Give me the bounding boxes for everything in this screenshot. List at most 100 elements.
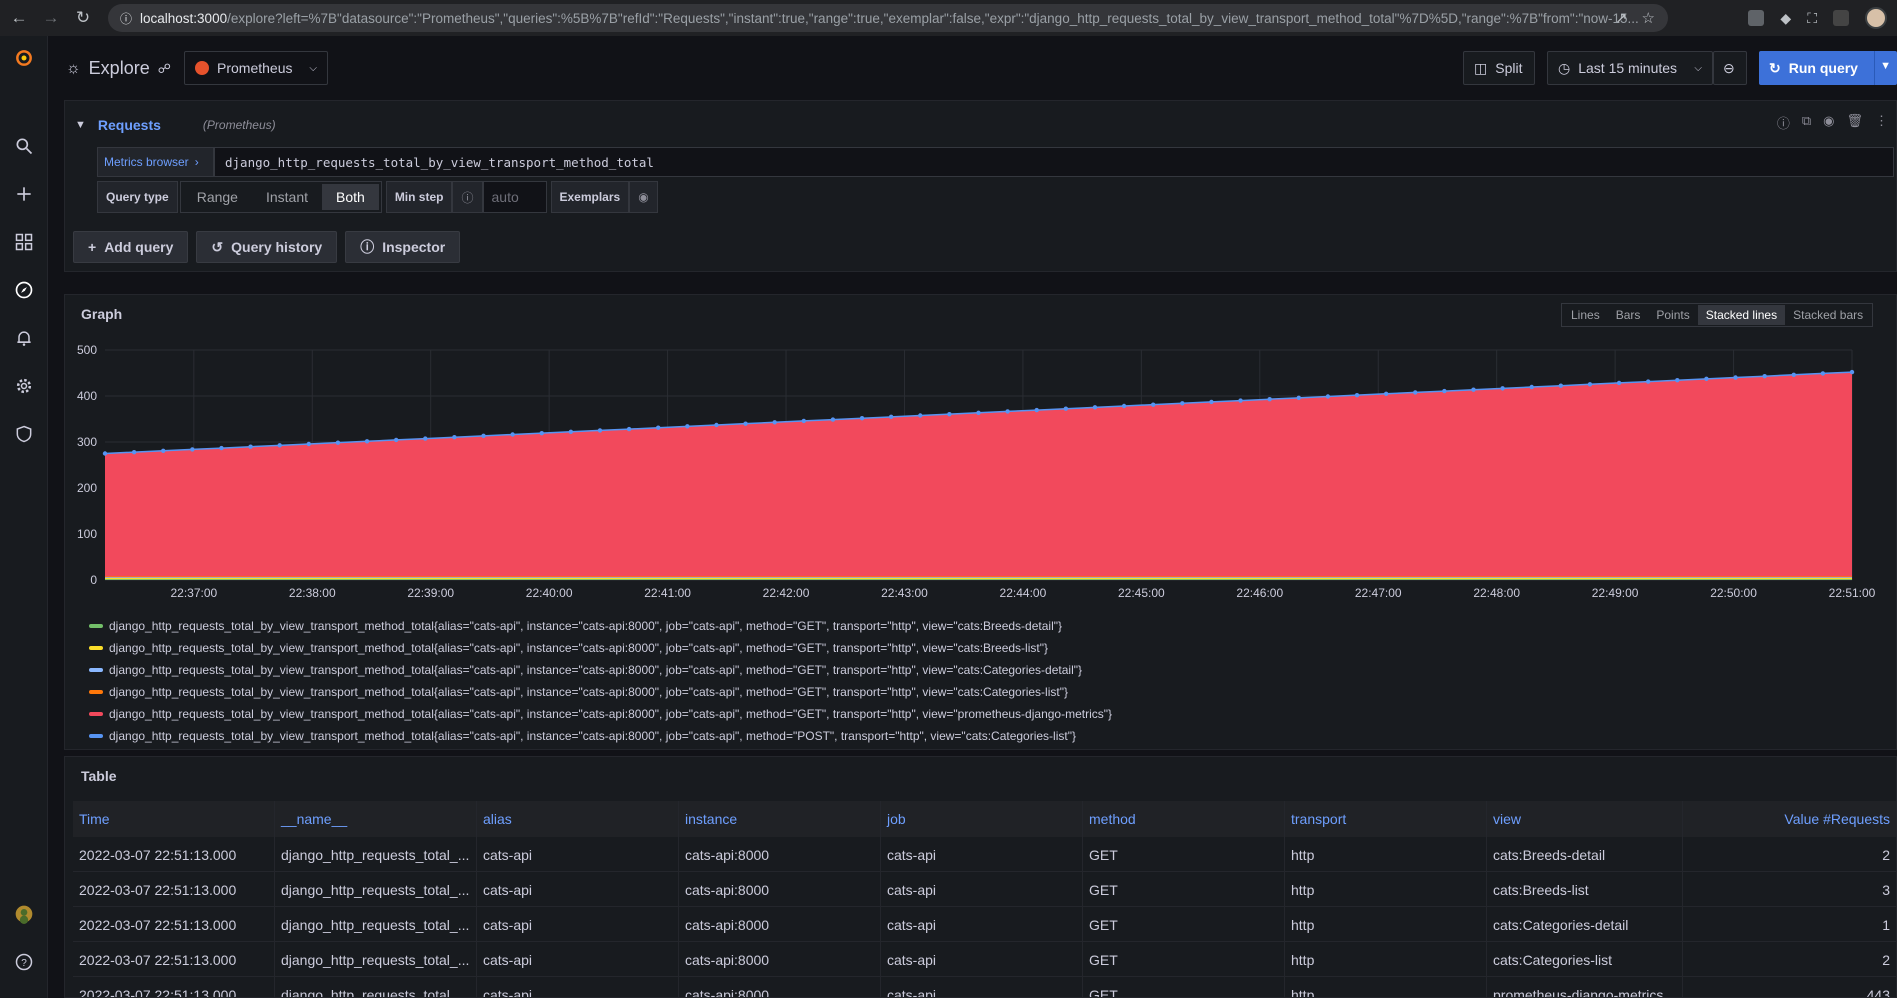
- user-avatar-icon[interactable]: [12, 902, 36, 926]
- legend-item[interactable]: django_http_requests_total_by_view_trans…: [89, 681, 1112, 703]
- address-bar[interactable]: ⓘ localhost:3000/explore?left=%7B"dataso…: [108, 4, 1668, 32]
- series-point: [772, 420, 777, 425]
- vis-lines[interactable]: Lines: [1563, 305, 1608, 325]
- site-info-icon[interactable]: ⓘ: [120, 10, 132, 27]
- plus-icon: +: [88, 239, 97, 255]
- promql-expression-input[interactable]: django_http_requests_total_by_view_trans…: [214, 147, 1894, 177]
- zoom-out-button[interactable]: ⊖: [1713, 51, 1747, 85]
- table-cell: GET: [1083, 977, 1285, 997]
- share-icon[interactable]: ↗: [1615, 9, 1628, 27]
- table-cell: http: [1285, 837, 1487, 872]
- vis-stacked-bars[interactable]: Stacked bars: [1785, 305, 1871, 325]
- explore-compass-icon[interactable]: [12, 278, 36, 302]
- reload-icon[interactable]: ↻: [70, 5, 96, 31]
- clock-icon: ◷: [1558, 59, 1571, 76]
- column-header-job[interactable]: job: [881, 801, 1083, 837]
- metrics-browser-button[interactable]: Metrics browser ›: [97, 147, 214, 177]
- bookmark-star-icon[interactable]: ☆: [1642, 9, 1655, 27]
- plus-icon[interactable]: [12, 182, 36, 206]
- table-cell: cats-api: [881, 837, 1083, 872]
- datasource-picker[interactable]: Prometheus ⌵: [184, 51, 328, 85]
- puzzle-icon[interactable]: ⛶: [1807, 10, 1817, 27]
- series-point: [452, 435, 457, 440]
- back-icon[interactable]: ←: [6, 5, 32, 31]
- dashboards-icon[interactable]: [12, 230, 36, 254]
- forward-icon[interactable]: →: [38, 5, 64, 31]
- legend-item[interactable]: django_http_requests_total_by_view_trans…: [89, 637, 1112, 659]
- table-cell: cats:Breeds-detail: [1487, 837, 1683, 872]
- table-cell: cats-api: [477, 872, 679, 907]
- series-point: [1587, 382, 1593, 387]
- eye-icon[interactable]: ◉: [1823, 113, 1834, 132]
- series-point: [888, 414, 894, 420]
- column-header-time[interactable]: Time: [73, 801, 275, 837]
- series-point: [830, 417, 836, 422]
- chevron-down-icon[interactable]: ▼: [1880, 60, 1891, 72]
- table-cell: 2: [1882, 846, 1890, 863]
- series-area: [105, 372, 1852, 577]
- legend-swatch: [89, 646, 103, 650]
- column-header-transport[interactable]: transport: [1285, 801, 1487, 837]
- bell-icon[interactable]: [12, 326, 36, 350]
- query-ref-id[interactable]: Requests: [98, 117, 161, 133]
- profile-avatar[interactable]: [1865, 7, 1887, 29]
- query-type-both[interactable]: Both: [322, 184, 379, 210]
- zoom-out-icon: ⊖: [1723, 59, 1735, 76]
- query-type-instant[interactable]: Instant: [252, 184, 322, 210]
- series-point: [1529, 384, 1534, 390]
- table-cell: cats-api: [477, 837, 679, 872]
- duplicate-icon[interactable]: ⧉: [1802, 113, 1811, 132]
- column-header-view[interactable]: view: [1487, 801, 1683, 837]
- trash-icon[interactable]: 🗑: [1846, 113, 1863, 132]
- legend-item[interactable]: django_http_requests_total_by_view_trans…: [89, 703, 1112, 725]
- collapse-chevron-icon[interactable]: ▼: [75, 119, 86, 131]
- table-row: 2022-03-07 22:51:13.000 django_http_reque…: [73, 907, 1896, 942]
- column-header-alias[interactable]: alias: [477, 801, 679, 837]
- min-step-info-icon[interactable]: ⓘ: [452, 181, 483, 213]
- column-header-instance[interactable]: instance: [679, 801, 881, 837]
- gear-icon[interactable]: [12, 374, 36, 398]
- table-cell: GET: [1083, 872, 1285, 907]
- vis-bars[interactable]: Bars: [1608, 305, 1649, 325]
- column-header-method[interactable]: method: [1083, 801, 1285, 837]
- chevron-down-icon: ⌵: [309, 62, 317, 74]
- help-icon[interactable]: ?: [12, 950, 36, 974]
- grafana-logo-icon[interactable]: [12, 46, 36, 70]
- search-icon[interactable]: [12, 134, 36, 158]
- series-point: [393, 437, 399, 443]
- chart-svg[interactable]: 0 100 200 300 400 500 22:37:00 22:38:00 22:39:00…: [65, 335, 1897, 605]
- compass-icon: ☼: [66, 59, 81, 77]
- add-query-button[interactable]: + Add query: [73, 231, 189, 263]
- legend-item[interactable]: django_http_requests_total_by_view_trans…: [89, 659, 1112, 681]
- exemplars-toggle-icon[interactable]: ◉: [629, 181, 658, 213]
- column-header-value[interactable]: Value #Requests: [1683, 801, 1896, 837]
- column-header-name[interactable]: __name__: [275, 801, 477, 837]
- share-link-icon[interactable]: ☍: [158, 61, 171, 77]
- series-point: [1645, 379, 1651, 384]
- time-series-chart[interactable]: 0 100 200 300 400 500 22:37:00 22:38:00 22:39:00…: [65, 335, 1897, 605]
- table-cell: 2022-03-07 22:51:13.000: [73, 942, 275, 977]
- split-button[interactable]: ◫ Split: [1463, 51, 1535, 85]
- run-query-button[interactable]: ↻ Run query ▼: [1759, 51, 1897, 85]
- extension-square-icon[interactable]: [1833, 10, 1849, 26]
- help-icon[interactable]: ⓘ: [1777, 113, 1790, 132]
- query-history-button[interactable]: ↺ Query history: [196, 231, 338, 263]
- query-type-range[interactable]: Range: [183, 184, 252, 210]
- min-step-input[interactable]: auto: [482, 181, 547, 213]
- time-range-picker[interactable]: ◷ Last 15 minutes ⌵: [1547, 51, 1713, 85]
- shield-icon[interactable]: [12, 422, 36, 446]
- table-row: 2022-03-07 22:51:13.000 django_http_reque…: [73, 977, 1896, 997]
- vis-points[interactable]: Points: [1648, 305, 1697, 325]
- legend-item[interactable]: django_http_requests_total_by_view_trans…: [89, 615, 1112, 637]
- extension-k-icon[interactable]: [1748, 10, 1765, 26]
- vis-stacked-lines[interactable]: Stacked lines: [1697, 305, 1786, 325]
- drag-handle-icon[interactable]: ⋮: [1875, 113, 1888, 132]
- extension-shield-icon[interactable]: ◆: [1780, 10, 1791, 27]
- series-point: [918, 413, 923, 418]
- x-tick-label: 22:46:00: [1236, 586, 1283, 600]
- series-point: [1849, 369, 1855, 375]
- y-tick-label: 300: [77, 435, 97, 449]
- legend-item[interactable]: django_http_requests_total_by_view_trans…: [89, 725, 1112, 747]
- inspector-button[interactable]: ⓘ Inspector: [345, 231, 461, 263]
- series-point: [277, 443, 282, 448]
